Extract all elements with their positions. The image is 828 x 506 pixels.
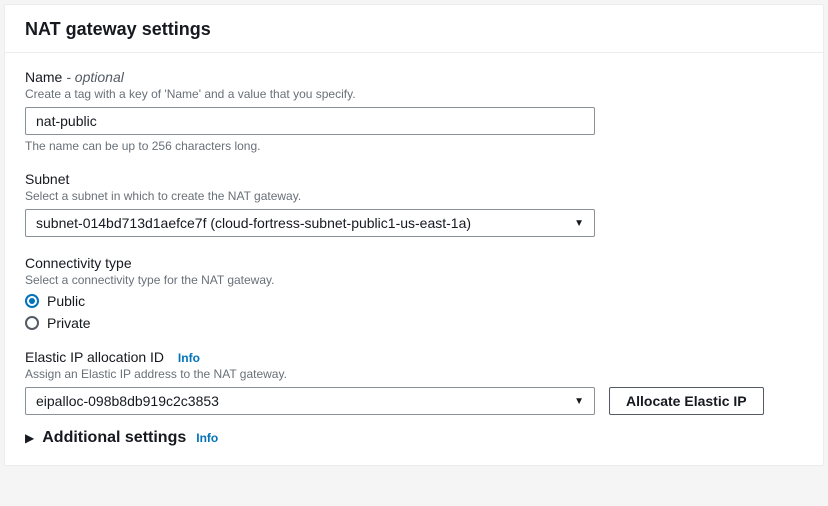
subnet-selected-value: subnet-014bd713d1aefce7f (cloud-fortress… (36, 215, 471, 231)
name-optional-suffix: - optional (62, 69, 123, 85)
radio-selected-icon (25, 294, 39, 308)
caret-down-icon: ▼ (574, 218, 584, 229)
connectivity-radio-group: Public Private (25, 293, 803, 331)
elastic-ip-info-link[interactable]: Info (178, 351, 200, 365)
panel-title: NAT gateway settings (25, 19, 803, 40)
additional-settings-info-link[interactable]: Info (196, 431, 218, 445)
name-label-text: Name (25, 69, 62, 85)
additional-settings-expander[interactable]: ▶ Additional settings Info (25, 429, 803, 447)
connectivity-radio-public[interactable]: Public (25, 293, 803, 309)
connectivity-private-label: Private (47, 315, 91, 331)
caret-down-icon: ▼ (574, 396, 584, 407)
elastic-ip-description: Assign an Elastic IP address to the NAT … (25, 367, 803, 381)
connectivity-label: Connectivity type (25, 255, 803, 271)
elastic-ip-label-row: Elastic IP allocation ID Info (25, 349, 803, 365)
name-label: Name - optional (25, 69, 803, 85)
subnet-field: Subnet Select a subnet in which to creat… (25, 171, 803, 237)
name-constraint: The name can be up to 256 characters lon… (25, 139, 803, 153)
connectivity-radio-private[interactable]: Private (25, 315, 803, 331)
elastic-ip-row: eipalloc-098b8db919c2c3853 ▼ Allocate El… (25, 387, 803, 415)
panel-body: Name - optional Create a tag with a key … (5, 53, 823, 465)
caret-right-icon: ▶ (25, 431, 34, 445)
name-field: Name - optional Create a tag with a key … (25, 69, 803, 153)
connectivity-description: Select a connectivity type for the NAT g… (25, 273, 803, 287)
panel-header: NAT gateway settings (5, 5, 823, 53)
radio-unselected-icon (25, 316, 39, 330)
subnet-select[interactable]: subnet-014bd713d1aefce7f (cloud-fortress… (25, 209, 595, 237)
connectivity-public-label: Public (47, 293, 85, 309)
subnet-label: Subnet (25, 171, 803, 187)
elastic-ip-field: Elastic IP allocation ID Info Assign an … (25, 349, 803, 415)
elastic-ip-selected-value: eipalloc-098b8db919c2c3853 (36, 393, 219, 409)
subnet-description: Select a subnet in which to create the N… (25, 189, 803, 203)
elastic-ip-label: Elastic IP allocation ID (25, 349, 164, 365)
nat-gateway-settings-panel: NAT gateway settings Name - optional Cre… (4, 4, 824, 466)
allocate-elastic-ip-button[interactable]: Allocate Elastic IP (609, 387, 764, 415)
connectivity-field: Connectivity type Select a connectivity … (25, 255, 803, 331)
name-description: Create a tag with a key of 'Name' and a … (25, 87, 803, 101)
additional-settings-label: Additional settings (42, 429, 186, 447)
elastic-ip-select[interactable]: eipalloc-098b8db919c2c3853 ▼ (25, 387, 595, 415)
name-input[interactable] (25, 107, 595, 135)
